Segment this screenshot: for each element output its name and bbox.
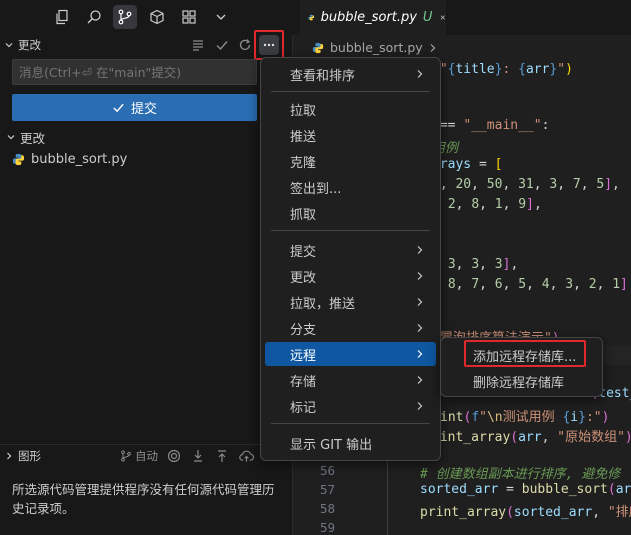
view-as-tree-icon[interactable] — [189, 36, 207, 54]
source-control-icon[interactable] — [113, 5, 137, 29]
menu-item-commit[interactable]: 提交 — [265, 238, 436, 262]
menu-item-clone[interactable]: 克隆 — [265, 149, 436, 173]
menu-item-branch[interactable]: 分支 — [265, 316, 436, 340]
pull-icon[interactable] — [213, 447, 231, 465]
highlight-box — [254, 30, 284, 60]
code-line: 8, 7, 6, 5, 4, 3, 2, 1] — [447, 277, 628, 292]
line-number: 57 — [319, 482, 335, 497]
commit-button-label: 提交 — [130, 102, 157, 117]
editor-tab[interactable]: bubble_sort.py U — [300, 0, 446, 35]
graph-auto-label: 自动 — [135, 449, 158, 463]
breadcrumb[interactable]: bubble_sort.py — [312, 40, 437, 55]
chevron-down-icon — [7, 135, 15, 140]
refresh-icon[interactable] — [236, 36, 254, 54]
menu-item-pull[interactable]: 拉取 — [265, 97, 436, 121]
highlight-box — [464, 340, 586, 367]
changes-section-header[interactable]: 更改 — [4, 36, 41, 54]
menu-separator — [271, 230, 430, 231]
cloud-upload-icon[interactable] — [237, 447, 255, 465]
line-number: 56 — [319, 463, 335, 478]
code-line: 0, 20, 50, 31, 3, 7, 5], — [432, 177, 620, 192]
menu-separator — [271, 423, 430, 424]
changes-group-title: 更改 — [20, 130, 46, 146]
commit-check-icon[interactable] — [213, 36, 231, 54]
python-file-icon — [312, 42, 324, 53]
extensions-icon[interactable] — [177, 5, 201, 29]
graph-section-header[interactable]: 图形 自动 — [0, 444, 292, 466]
code-line: # 创建数组副本进行排序, 避免修 — [420, 467, 621, 482]
menu-item-show-git-output[interactable]: 显示 GIT 输出 — [265, 431, 436, 455]
changes-group-header[interactable]: 更改 — [6, 128, 45, 146]
chevron-down-icon — [5, 43, 13, 48]
code-line: f"{title}: {arr}") — [432, 62, 573, 77]
menu-separator — [271, 91, 430, 92]
changed-file-name: bubble_sort.py — [31, 151, 128, 167]
menu-item-remote[interactable]: 远程 — [265, 342, 436, 366]
code-line: 2, 8, 1, 9], — [447, 197, 542, 212]
commit-button[interactable]: 提交 — [12, 94, 257, 121]
commit-message-input[interactable] — [12, 59, 257, 85]
tab-filename: bubble_sort.py — [320, 10, 417, 25]
more-actions-menu: 查看和排序 拉取 推送 克隆 签出到... 抓取 提交 更改 拉取，推送 分支 … — [260, 57, 441, 461]
code-line: rint_array(arr, "原始数组") — [432, 430, 631, 445]
graph-empty-message: 所选源代码管理提供程序没有任何源代码管理历史记录项。 — [12, 482, 275, 516]
menu-item-view-sort[interactable]: 查看和排序 — [265, 62, 436, 86]
explorer-icon[interactable] — [50, 5, 74, 29]
code-line: == "__main__": — [432, 118, 550, 133]
code-line: print_array(sorted_arr, "排序 — [420, 505, 631, 520]
view-switcher-bar — [0, 0, 292, 34]
chevron-down-icon[interactable] — [209, 5, 233, 29]
menu-item-fetch[interactable]: 抓取 — [265, 201, 436, 225]
code-line: 3, 3, 3], — [447, 257, 519, 272]
menu-item-remove-remote[interactable]: 删除远程存储库 — [445, 369, 598, 393]
check-icon — [113, 103, 124, 113]
python-file-icon — [12, 153, 25, 165]
changed-file-item[interactable]: bubble_sort.py — [0, 149, 292, 169]
chevron-right-icon — [430, 43, 436, 52]
menu-item-tags[interactable]: 标记 — [265, 394, 436, 418]
tab-untracked-badge: U — [422, 10, 433, 25]
menu-item-pull-push[interactable]: 拉取，推送 — [265, 290, 436, 314]
menu-item-checkout[interactable]: 签出到... — [265, 175, 436, 199]
python-file-icon — [308, 14, 315, 21]
code-line: sorted_arr = bubble_sort(arr — [420, 482, 631, 497]
branch-auto-picker[interactable]: 自动 — [120, 448, 158, 464]
graph-title: 图形 — [18, 449, 41, 463]
menu-item-stash[interactable]: 存储 — [265, 368, 436, 392]
menu-item-changes[interactable]: 更改 — [265, 264, 436, 288]
code-line: rrays = [ — [432, 157, 503, 172]
breadcrumb-file: bubble_sort.py — [330, 40, 423, 55]
search-icon[interactable] — [82, 5, 106, 29]
line-number: 59 — [319, 520, 335, 535]
branch-icon — [121, 450, 131, 462]
chevron-right-icon — [7, 452, 12, 460]
run-debug-icon[interactable] — [145, 5, 169, 29]
close-icon[interactable] — [440, 12, 446, 23]
line-number: 58 — [319, 501, 335, 516]
code-line: int(f"\n测试用例 {i}:") — [440, 410, 610, 425]
section-title: 更改 — [18, 38, 41, 52]
fetch-icon[interactable] — [189, 447, 207, 465]
graph-title-wrap: 图形 — [4, 448, 41, 464]
menu-item-push[interactable]: 推送 — [265, 123, 436, 147]
target-icon[interactable] — [165, 447, 183, 465]
